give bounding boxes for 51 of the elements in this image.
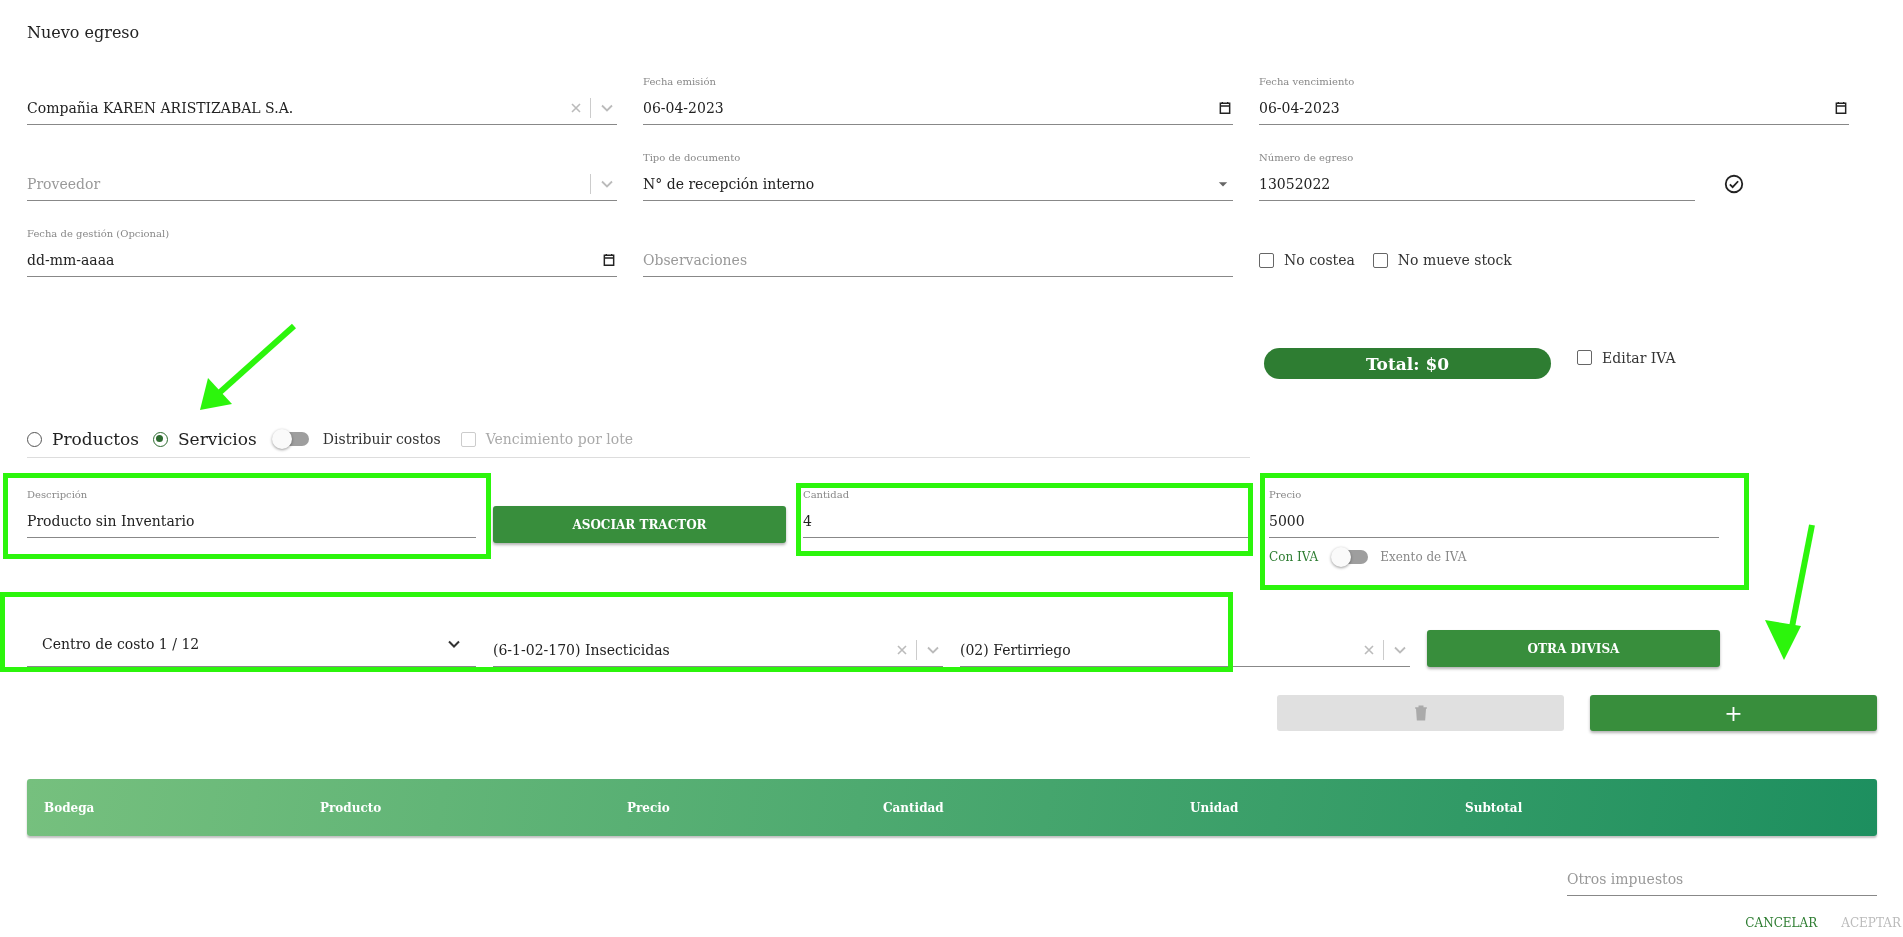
total-pill: Total: $0 — [1264, 348, 1551, 379]
text-field[interactable]: Producto sin Inventario — [27, 512, 476, 529]
select-field[interactable]: Compañia KAREN ARISTIZABAL S.A. — [27, 99, 562, 116]
select-field[interactable]: (02) Fertirriego — [960, 641, 1355, 658]
checkbox-label: No mueve stock — [1397, 252, 1512, 268]
column-header: Producto — [320, 800, 383, 815]
column-header: Subtotal — [1465, 800, 1523, 815]
field-label: Fecha emisión — [643, 76, 717, 87]
checkbox[interactable] — [1259, 252, 1274, 268]
select-field[interactable]: Centro de costo 1 / 12 — [27, 627, 476, 667]
add-button[interactable]: + — [1590, 695, 1877, 731]
associate-button[interactable]: ASOCIAR TRACTOR — [493, 506, 786, 543]
field-label: Descripción — [27, 489, 89, 500]
field-label: Precio — [1269, 489, 1303, 500]
column-header: Precio — [627, 800, 671, 815]
radio-label: Productos — [52, 429, 139, 449]
column-header: Bodega — [44, 800, 96, 815]
toggle-label: Distribuir costos — [322, 431, 441, 447]
cancel-button[interactable]: CANCELAR — [1745, 916, 1818, 930]
checkbox-label: Vencimiento por lote — [485, 431, 634, 447]
checkbox-label: Editar IVA — [1602, 349, 1676, 366]
field-label: Fecha de gestión (Opcional) — [27, 228, 171, 239]
date-field[interactable]: dd-mm-aaaa — [27, 251, 595, 268]
text-field[interactable]: Otros impuestos — [1567, 870, 1877, 887]
calendar-icon[interactable] — [1217, 99, 1233, 116]
radio-label: Servicios — [177, 429, 257, 449]
number-field[interactable]: 4 — [803, 512, 1252, 529]
text-field[interactable]: 13052022 — [1259, 175, 1695, 192]
text-field[interactable]: Observaciones — [643, 251, 1233, 268]
field-label: Fecha vencimiento — [1259, 76, 1356, 87]
checkbox[interactable] — [1372, 252, 1388, 268]
date-field[interactable]: 06-04-2023 — [643, 99, 1211, 116]
toggle-label: Exento de IVA — [1380, 550, 1467, 564]
checkbox-label: No costea — [1284, 252, 1355, 268]
calendar-icon[interactable] — [601, 251, 617, 268]
select-field[interactable]: (6-1-02-170) Insecticidas — [493, 641, 888, 658]
select-field[interactable]: N° de recepción interno — [643, 175, 1207, 192]
other-currency-button[interactable]: OTRA DIVISA — [1427, 630, 1720, 667]
column-header: Cantidad — [883, 800, 945, 815]
select-field[interactable]: Proveedor — [27, 175, 584, 192]
check-circle-icon[interactable] — [1723, 173, 1745, 195]
number-field[interactable]: 5000 — [1269, 512, 1719, 529]
field-label: Tipo de documento — [643, 152, 742, 163]
checkbox[interactable] — [1577, 350, 1592, 365]
calendar-icon[interactable] — [1833, 99, 1849, 116]
field-label: Número de egreso — [1259, 152, 1355, 163]
field-label: Cantidad — [803, 489, 851, 500]
column-header: Unidad — [1190, 800, 1240, 815]
toggle-label: Con IVA — [1269, 550, 1319, 564]
page-title: Nuevo egreso — [27, 22, 141, 44]
date-field[interactable]: 06-04-2023 — [1259, 99, 1827, 116]
